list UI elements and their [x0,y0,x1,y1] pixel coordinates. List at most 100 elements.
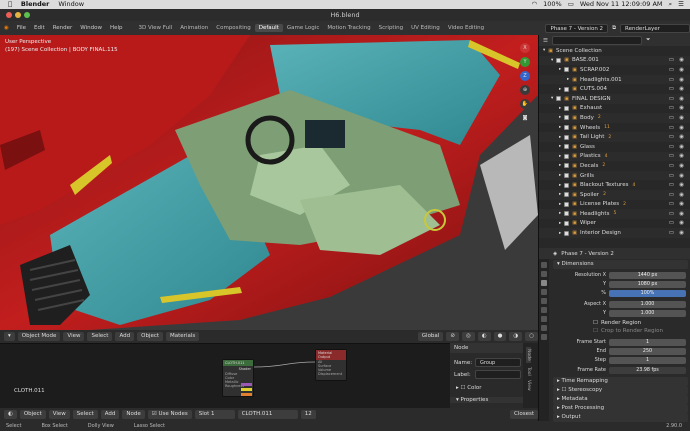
visibility-eye-icon[interactable]: ◉ [679,115,684,121]
camera-icon[interactable]: ◙ [520,113,530,123]
visibility-eye-icon[interactable]: ◉ [679,77,684,83]
exclude-checkbox[interactable] [556,96,562,102]
outliner-row[interactable]: ▸ ▣ Grills ▭ ◉ [539,170,690,181]
dimensions-section[interactable]: ▾ Dimensions [553,260,688,269]
visibility-eye-icon[interactable]: ◉ [679,96,684,102]
exclude-checkbox[interactable] [564,144,570,150]
expand-arrow-icon[interactable]: ▸ [559,106,561,111]
battery-icon[interactable]: ▭ [568,0,574,9]
materials-dropdown[interactable]: Materials [166,332,200,341]
menu-file[interactable]: File [13,25,30,31]
tab-game-logic[interactable]: Game Logic [283,24,324,32]
tab-motion-tracking[interactable]: Motion Tracking [323,24,374,32]
render-toggle-icon[interactable]: ▭ [669,201,674,207]
outliner-row[interactable]: ▸ ▣ Blackout Textures 4 ▭ ◉ [539,180,690,190]
menu-window[interactable]: Window [76,25,106,31]
tab-uv-editing[interactable]: UV Editing [407,24,444,32]
object-dropdown[interactable]: Object [19,410,46,419]
outliner-row[interactable]: ▾ ▣ BASE.001 ▭ ◉ [539,55,690,66]
frame-step-field[interactable]: 1 [609,356,686,364]
expand-arrow-icon[interactable]: ▸ [567,77,569,82]
aspect-y-field[interactable]: 1.000 [609,309,686,317]
expand-arrow-icon[interactable]: ▸ [559,154,561,159]
visibility-eye-icon[interactable]: ◉ [679,220,684,226]
axis-y-icon[interactable]: Y [520,57,530,67]
3d-viewport[interactable]: User Perspective (197) Scene Collection … [0,35,538,330]
object-mode-dropdown[interactable]: Object Mode [17,332,61,341]
tab-view[interactable]: View [526,380,531,391]
object-menu[interactable]: Object [137,332,164,341]
world-tab-icon[interactable] [541,307,547,313]
tab-scripting[interactable]: Scripting [375,24,407,32]
render-toggle-icon[interactable]: ▭ [669,173,674,179]
expand-arrow-icon[interactable]: ▸ [559,115,561,120]
visibility-eye-icon[interactable]: ◉ [679,182,684,188]
outliner-row[interactable]: ▸ ▣ SCRAP.002 ▭ ◉ [539,65,690,75]
exclude-checkbox[interactable] [564,115,570,121]
visibility-eye-icon[interactable]: ◉ [679,125,684,131]
render-toggle-icon[interactable]: ▭ [669,67,674,73]
visibility-eye-icon[interactable]: ◉ [679,201,684,207]
resolution-percent-slider[interactable]: 100% [609,289,686,297]
exclude-checkbox[interactable] [564,220,570,226]
scene-tab-icon[interactable] [541,298,547,304]
node-name-field[interactable]: Group [475,358,521,367]
outliner-row[interactable]: ▾ ▣ Scene Collection [539,46,690,56]
visibility-eye-icon[interactable]: ◉ [679,192,684,198]
proportional-edit-icon[interactable]: ◎ [461,332,475,341]
menu-edit[interactable]: Edit [30,25,49,31]
render-toggle-icon[interactable]: ▭ [669,86,674,92]
view-menu[interactable]: View [63,332,85,341]
render-region-checkbox[interactable]: ☐ Render Region [553,319,686,327]
axis-x-icon[interactable]: X [520,43,530,53]
render-toggle-icon[interactable]: ▭ [669,77,674,83]
battery-percent[interactable]: 100% [543,0,562,9]
select-menu[interactable]: Select [87,332,113,341]
exclude-checkbox[interactable] [564,173,570,179]
material-tab-icon[interactable] [541,334,547,340]
render-toggle-icon[interactable]: ▭ [669,125,674,131]
exclude-checkbox[interactable] [556,57,562,63]
render-toggle-icon[interactable]: ▭ [669,57,674,63]
outliner-row[interactable]: ▸ ▣ Interior Design ▭ ◉ [539,228,690,238]
node-editor[interactable]: CLOTH.011 CLOTH.011 Shader Diffuse Color… [0,343,450,408]
snap-icon[interactable]: ⊘ [446,332,459,341]
crop-region-checkbox[interactable]: ☐ Crop to Render Region [553,327,686,335]
overlay-icon[interactable]: ◐ [477,332,491,341]
tab-node[interactable]: Node [526,347,531,363]
exclude-checkbox[interactable] [564,192,570,198]
render-toggle-icon[interactable]: ▭ [669,144,674,150]
outliner-row[interactable]: ▾ ▣ FINAL DESIGN ▭ ◉ [539,93,690,104]
modifier-tab-icon[interactable] [541,325,547,331]
output-section[interactable]: ▸ Output [553,413,688,422]
stereoscopy-section[interactable]: ▸ ☐ Stereoscopy [553,386,688,395]
window-menu[interactable]: Window [58,0,84,9]
expand-arrow-icon[interactable]: ▸ [559,202,561,207]
visibility-eye-icon[interactable]: ◉ [679,105,684,111]
render-toggle-icon[interactable]: ▭ [669,192,674,198]
expand-arrow-icon[interactable]: ▸ [559,163,561,168]
expand-arrow-icon[interactable]: ▾ [551,96,553,101]
render-toggle-icon[interactable]: ▭ [669,182,674,188]
expand-arrow-icon[interactable]: ▸ [559,211,561,216]
tab-video-editing[interactable]: Video Editing [444,24,488,32]
view-layer-selector[interactable]: RenderLayer [620,23,690,33]
render-toggle-icon[interactable]: ▭ [669,134,674,140]
exclude-checkbox[interactable] [564,125,570,131]
outliner-type-icon[interactable]: ☰ [543,38,548,44]
outliner-row[interactable]: ▸ ▣ Plastics 4 ▭ ◉ [539,151,690,162]
expand-arrow-icon[interactable]: ▾ [551,58,553,63]
menu-help[interactable]: Help [106,25,127,31]
expand-arrow-icon[interactable]: ▸ [559,67,561,72]
axis-z-icon[interactable]: Z [520,71,530,81]
exclude-checkbox[interactable] [564,134,570,140]
snap-dropdown[interactable]: Closest [509,410,538,419]
shading-material-icon[interactable]: ◑ [509,332,523,341]
visibility-eye-icon[interactable]: ◉ [679,67,684,73]
scene-add-icon[interactable]: ⧉ [612,25,616,32]
menu-render[interactable]: Render [49,25,77,31]
apple-icon[interactable]:  [8,0,12,9]
render-toggle-icon[interactable]: ▭ [669,211,674,217]
expand-arrow-icon[interactable]: ▸ [559,135,561,140]
frame-end-field[interactable]: 250 [609,347,686,355]
